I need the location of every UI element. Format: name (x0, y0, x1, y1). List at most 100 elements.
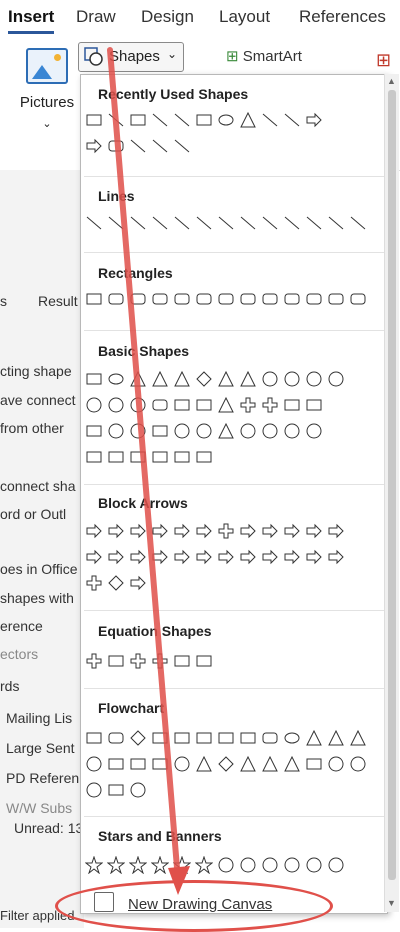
plus-shape-icon[interactable] (216, 521, 236, 541)
arrow-shape-icon[interactable] (84, 547, 104, 567)
line-shape-icon[interactable] (172, 110, 192, 130)
arrow-shape-icon[interactable] (282, 521, 302, 541)
rect-shape-icon[interactable] (216, 728, 236, 748)
tri-shape-icon[interactable] (238, 754, 258, 774)
circ-shape-icon[interactable] (106, 421, 126, 441)
circ-shape-icon[interactable] (260, 421, 280, 441)
line-shape-icon[interactable] (150, 136, 170, 156)
arrow-shape-icon[interactable] (128, 573, 148, 593)
line-shape-icon[interactable] (150, 213, 170, 233)
rect-shape-icon[interactable] (194, 395, 214, 415)
rect-shape-icon[interactable] (106, 651, 126, 671)
line-shape-icon[interactable] (128, 213, 148, 233)
arrow-shape-icon[interactable] (260, 521, 280, 541)
star-shape-icon[interactable] (194, 855, 214, 875)
arrow-shape-icon[interactable] (106, 547, 126, 567)
tab-design[interactable]: Design (141, 7, 194, 27)
round-shape-icon[interactable] (106, 289, 126, 309)
rect-shape-icon[interactable] (150, 728, 170, 748)
tri-shape-icon[interactable] (216, 421, 236, 441)
rect-shape-icon[interactable] (172, 395, 192, 415)
line-shape-icon[interactable] (84, 213, 104, 233)
rect-shape-icon[interactable] (150, 447, 170, 467)
rect-shape-icon[interactable] (128, 754, 148, 774)
star-shape-icon[interactable] (106, 855, 126, 875)
round-shape-icon[interactable] (238, 289, 258, 309)
circ-shape-icon[interactable] (238, 421, 258, 441)
circ-shape-icon[interactable] (194, 421, 214, 441)
diamond-shape-icon[interactable] (106, 573, 126, 593)
arrow-shape-icon[interactable] (106, 521, 126, 541)
rect-shape-icon[interactable] (106, 780, 126, 800)
round-shape-icon[interactable] (260, 728, 280, 748)
circ-shape-icon[interactable] (238, 855, 258, 875)
line-shape-icon[interactable] (260, 110, 280, 130)
circ-shape-icon[interactable] (304, 855, 324, 875)
star-shape-icon[interactable] (84, 855, 104, 875)
tri-shape-icon[interactable] (348, 728, 368, 748)
round-shape-icon[interactable] (106, 136, 126, 156)
rect-shape-icon[interactable] (84, 728, 104, 748)
scroll-up-icon[interactable]: ▲ (387, 76, 396, 86)
circ-shape-icon[interactable] (304, 369, 324, 389)
round-shape-icon[interactable] (128, 289, 148, 309)
line-shape-icon[interactable] (216, 213, 236, 233)
tri-shape-icon[interactable] (172, 369, 192, 389)
chart-icon[interactable]: ⊞ (376, 50, 391, 71)
circ-shape-icon[interactable] (282, 369, 302, 389)
round-shape-icon[interactable] (194, 289, 214, 309)
line-shape-icon[interactable] (128, 136, 148, 156)
line-shape-icon[interactable] (348, 213, 368, 233)
circ-shape-icon[interactable] (172, 421, 192, 441)
round-shape-icon[interactable] (282, 289, 302, 309)
rect-shape-icon[interactable] (194, 651, 214, 671)
pictures-button[interactable]: Pictures ⌄ (18, 48, 76, 130)
arrow-shape-icon[interactable] (150, 547, 170, 567)
circ-shape-icon[interactable] (326, 855, 346, 875)
gallery-scrollbar[interactable]: ▲ ▼ (384, 74, 399, 912)
star-shape-icon[interactable] (150, 855, 170, 875)
plus-shape-icon[interactable] (84, 573, 104, 593)
line-shape-icon[interactable] (172, 213, 192, 233)
smartart-button[interactable]: ⊞ SmartArt (226, 47, 302, 65)
round-shape-icon[interactable] (150, 395, 170, 415)
line-shape-icon[interactable] (106, 110, 126, 130)
circ-shape-icon[interactable] (128, 780, 148, 800)
tri-shape-icon[interactable] (260, 754, 280, 774)
arrow-shape-icon[interactable] (172, 521, 192, 541)
round-shape-icon[interactable] (260, 289, 280, 309)
line-shape-icon[interactable] (282, 213, 302, 233)
scroll-down-icon[interactable]: ▼ (387, 898, 396, 908)
rect-shape-icon[interactable] (84, 369, 104, 389)
diamond-shape-icon[interactable] (128, 728, 148, 748)
rect-shape-icon[interactable] (106, 447, 126, 467)
arrow-shape-icon[interactable] (282, 547, 302, 567)
arrow-shape-icon[interactable] (326, 547, 346, 567)
tri-shape-icon[interactable] (216, 395, 236, 415)
round-shape-icon[interactable] (172, 289, 192, 309)
tab-insert[interactable]: Insert (8, 7, 54, 27)
tri-shape-icon[interactable] (194, 754, 214, 774)
line-shape-icon[interactable] (260, 213, 280, 233)
star-shape-icon[interactable] (128, 855, 148, 875)
round-shape-icon[interactable] (106, 728, 126, 748)
circ-shape-icon[interactable] (282, 855, 302, 875)
round-shape-icon[interactable] (326, 289, 346, 309)
line-shape-icon[interactable] (282, 110, 302, 130)
circ-shape-icon[interactable] (84, 395, 104, 415)
rect-shape-icon[interactable] (84, 447, 104, 467)
diamond-shape-icon[interactable] (216, 754, 236, 774)
circ-shape-icon[interactable] (326, 754, 346, 774)
arrow-shape-icon[interactable] (84, 136, 104, 156)
line-shape-icon[interactable] (106, 213, 126, 233)
line-shape-icon[interactable] (172, 136, 192, 156)
tab-draw[interactable]: Draw (76, 7, 116, 27)
rect-shape-icon[interactable] (150, 421, 170, 441)
rect-shape-icon[interactable] (304, 754, 324, 774)
arrow-shape-icon[interactable] (150, 521, 170, 541)
scroll-thumb[interactable] (388, 90, 396, 880)
arrow-shape-icon[interactable] (304, 110, 324, 130)
tri-shape-icon[interactable] (238, 369, 258, 389)
line-shape-icon[interactable] (326, 213, 346, 233)
rect-shape-icon[interactable] (238, 728, 258, 748)
